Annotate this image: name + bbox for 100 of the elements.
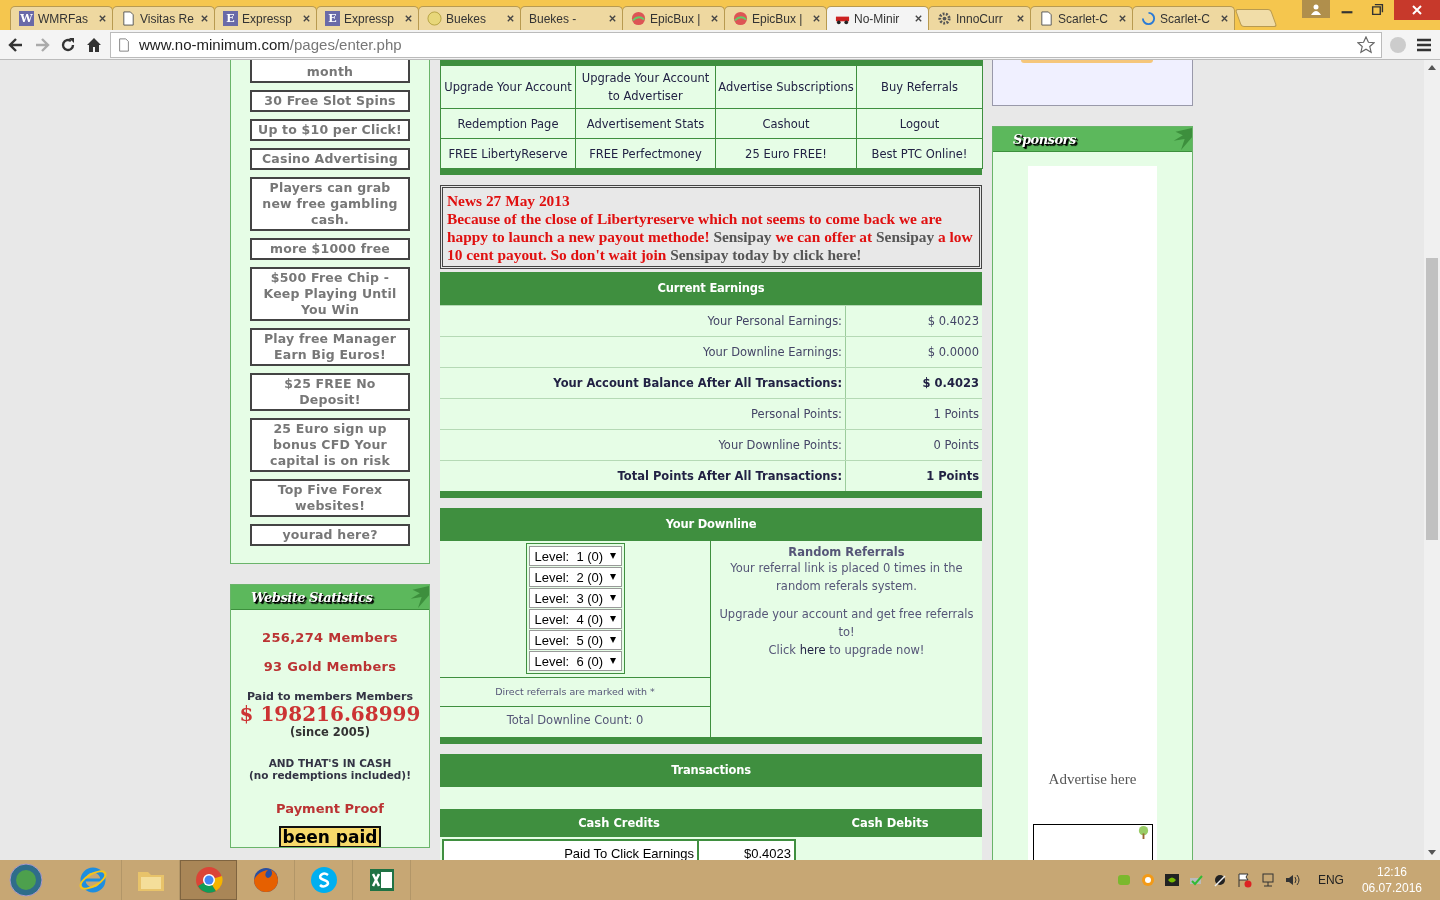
level-dropdown[interactable]: Level: 6 (0): [528, 651, 622, 671]
level-dropdown[interactable]: Level: 2 (0): [528, 567, 622, 587]
ad-link[interactable]: more $1000 free: [250, 238, 410, 260]
browser-tab[interactable]: Visitas Re: [112, 6, 215, 30]
advertise-here-text: Advertise here: [1048, 771, 1137, 788]
user-icon[interactable]: [1302, 0, 1330, 18]
browser-tab[interactable]: EpicBux |: [724, 6, 827, 30]
network-icon[interactable]: [1259, 872, 1276, 888]
table-cell: Paid To Click Earnings: [444, 841, 699, 860]
caret-icon: [609, 553, 616, 559]
close-icon[interactable]: [608, 14, 617, 23]
caret-icon: [609, 637, 616, 643]
tab-title: Buekes -: [529, 11, 578, 26]
address-field[interactable]: www.no-minimum.com/pages/enter.php: [110, 31, 1382, 58]
earnings-value: $ 0.0000: [926, 344, 980, 361]
browser-tab[interactable]: W WMRFas: [10, 6, 113, 30]
caret-icon: [609, 616, 616, 622]
close-icon[interactable]: [506, 14, 515, 23]
menu-link[interactable]: Upgrade Your Account: [440, 60, 576, 109]
earnings-value: 0 Points: [932, 437, 980, 454]
coin-icon: [427, 11, 442, 26]
browser-tab[interactable]: EpicBux |: [622, 6, 725, 30]
ad-link[interactable]: $25 FREE No Deposit!: [250, 373, 410, 411]
browser-tab[interactable]: Buekes: [418, 6, 521, 30]
close-icon[interactable]: [1118, 14, 1127, 23]
tab-title: Expressp: [344, 11, 396, 26]
ad-link[interactable]: 30 Free Slot Spins: [250, 90, 410, 112]
tab-title: Scarlet-C: [1160, 11, 1211, 26]
browser-tab[interactable]: E Expressp: [214, 6, 317, 30]
close-icon[interactable]: [812, 14, 821, 23]
flag-icon[interactable]: [1235, 872, 1252, 888]
panel-title: Website Statistics: [251, 589, 373, 605]
spinner-icon: [1141, 11, 1156, 26]
level-dropdown[interactable]: Level: 1 (0): [528, 546, 622, 566]
news-link[interactable]: Sensipay: [876, 228, 935, 245]
globe-icon: [733, 11, 748, 26]
browser-tab[interactable]: Scarlet-C: [1132, 6, 1235, 30]
ad-link[interactable]: Players can grab new free gambling cash.: [250, 177, 410, 231]
close-window-button[interactable]: [1394, 0, 1440, 20]
random-referrals-text: Your referral link is placed 0 times in the random referals system.: [729, 560, 964, 595]
news-link[interactable]: Sensipay: [713, 228, 772, 245]
upgrade-prompt: Click here to upgrade now!: [767, 642, 926, 659]
member-count: 256,274 Members: [262, 630, 398, 645]
tab-title: Expressp: [242, 11, 294, 26]
ad-link[interactable]: $500 Free Chip - Keep Playing Until You Win: [250, 267, 410, 321]
page-icon: [1039, 11, 1054, 26]
globe-icon: [631, 11, 646, 26]
been-paid-badge[interactable]: been paid: [278, 826, 382, 847]
paid-label: Paid to members Members: [247, 690, 413, 703]
volume-icon[interactable]: [1283, 872, 1300, 888]
level-dropdown[interactable]: Level: 4 (0): [528, 609, 622, 629]
earnings-value: $ 0.4023: [921, 375, 980, 392]
level-dropdown[interactable]: Level: 5 (0): [528, 630, 622, 650]
close-icon[interactable]: [404, 14, 413, 23]
close-icon[interactable]: [200, 14, 209, 23]
ad-link[interactable]: 25 Euro sign up bonus CFD Your capital is on risk: [250, 418, 410, 472]
start-button[interactable]: [8, 862, 44, 898]
payment-proof-link[interactable]: Payment Proof: [276, 801, 384, 816]
close-icon[interactable]: [710, 14, 719, 23]
table-header: Current Earnings: [440, 272, 982, 305]
gear-icon: [937, 11, 952, 26]
browser-tab[interactable]: E Expressp: [316, 6, 419, 30]
scrollbar[interactable]: [1424, 60, 1440, 860]
tab-title: No-Minir: [854, 11, 901, 26]
browser-e-icon: [77, 865, 108, 895]
close-icon[interactable]: [302, 14, 311, 23]
member-count: 93 Gold Members: [263, 659, 397, 674]
language-indicator[interactable]: ENG: [1317, 873, 1344, 887]
close-icon[interactable]: [1220, 14, 1229, 23]
browser-tab[interactable]: InnoCurr: [928, 6, 1031, 30]
tree-icon: [1136, 826, 1150, 839]
ad-link[interactable]: Play free Manager Earn Big Euros!: [250, 328, 410, 366]
close-icon[interactable]: [914, 14, 923, 23]
close-icon[interactable]: [98, 14, 107, 23]
ad-link[interactable]: yourad here?: [250, 524, 410, 546]
menu-link[interactable]: Buy Referrals: [856, 60, 983, 109]
chrome-icon: [193, 865, 224, 895]
level-dropdown[interactable]: Level: 3 (0): [528, 588, 622, 608]
close-icon[interactable]: [1016, 14, 1025, 23]
earnings-value: 1 Points: [925, 468, 980, 485]
upgrade-text: Upgrade your account and get free referrals to!: [718, 606, 975, 641]
taskbar-app[interactable]: [180, 860, 237, 900]
earnings-label: Your Downline Points:: [440, 430, 846, 460]
news-link[interactable]: Sensipay today by click here!: [670, 246, 862, 263]
ad-link[interactable]: Top Five Forex websites!: [250, 479, 410, 517]
browser-tab[interactable]: Buekes -: [520, 6, 623, 30]
ad-link[interactable]: Up to $10 per Click!: [250, 119, 410, 141]
ad-link[interactable]: Casino Advertising: [250, 148, 410, 170]
tab-title: Visitas Re: [140, 11, 195, 26]
upgrade-link[interactable]: here: [799, 643, 826, 657]
browser-tab[interactable]: No-Minir: [826, 6, 929, 30]
letter-icon: W: [19, 11, 34, 26]
bookmark-star-icon[interactable]: [1357, 35, 1375, 54]
ad-link[interactable]: month: [250, 60, 410, 83]
browser-tab[interactable]: Scarlet-C: [1030, 6, 1133, 30]
earnings-value: 1 Points: [932, 406, 980, 423]
letter-icon: E: [325, 11, 340, 26]
skype-icon: [308, 865, 339, 895]
earnings-value: $ 0.4023: [926, 313, 980, 330]
tray-icon[interactable]: [1163, 872, 1180, 888]
